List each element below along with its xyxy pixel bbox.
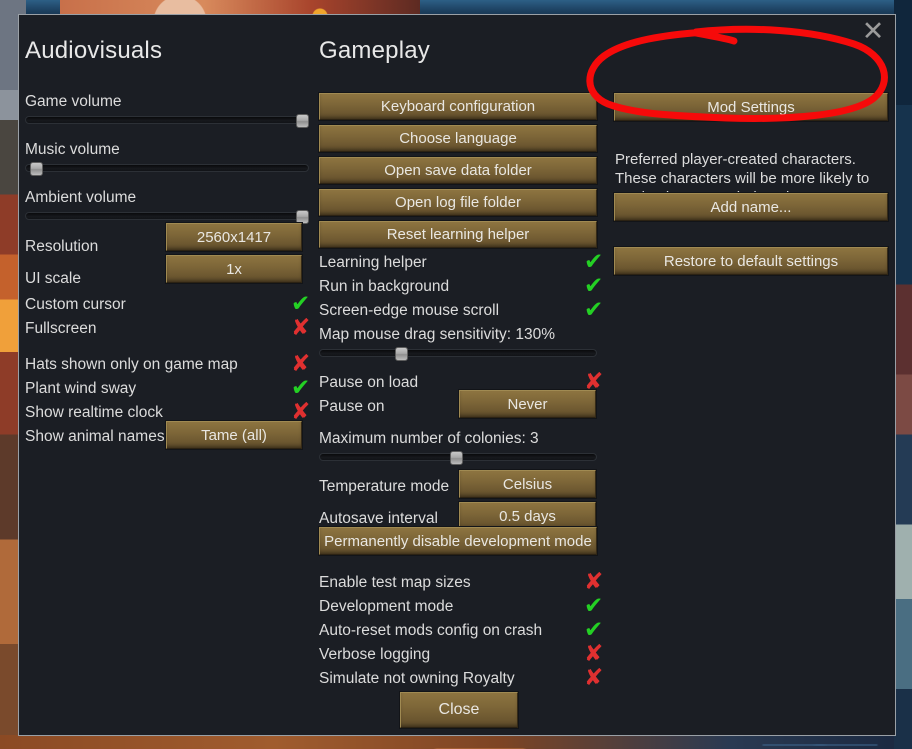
- fullscreen-checkbox[interactable]: ✘: [291, 317, 310, 340]
- plant-wind-sway-checkbox[interactable]: ✔: [291, 377, 310, 400]
- music-volume-label: Music volume: [25, 141, 120, 158]
- slider-handle[interactable]: [296, 210, 309, 224]
- gameplay-column-title: Gameplay: [319, 37, 430, 64]
- simulate-not-owning-royalty-checkbox[interactable]: ✘: [584, 667, 603, 690]
- pause-on-button[interactable]: Never: [458, 389, 597, 419]
- plant-wind-sway-label: Plant wind sway: [25, 380, 137, 397]
- slider-track: [25, 212, 309, 220]
- mod-settings-button[interactable]: Mod Settings: [613, 92, 889, 122]
- slider-track: [25, 116, 309, 124]
- permanently-disable-dev-mode-button[interactable]: Permanently disable development mode: [318, 526, 598, 556]
- audiovisuals-column-title: Audiovisuals: [25, 37, 163, 64]
- slider-handle[interactable]: [450, 451, 463, 465]
- max-colonies-slider[interactable]: [319, 451, 597, 465]
- options-dialog: ✕ Audiovisuals Game volume Music volume …: [18, 14, 896, 736]
- auto-reset-mods-config-checkbox[interactable]: ✔: [584, 619, 603, 642]
- screen-edge-scroll-checkbox[interactable]: ✔: [584, 299, 603, 322]
- close-button[interactable]: Close: [399, 691, 519, 729]
- ui-scale-label: UI scale: [25, 270, 81, 287]
- slider-handle[interactable]: [296, 114, 309, 128]
- animal-names-button[interactable]: Tame (all): [165, 420, 303, 450]
- game-volume-slider[interactable]: [25, 114, 309, 128]
- slider-track: [319, 349, 597, 357]
- music-volume-slider[interactable]: [25, 162, 309, 176]
- enable-test-map-sizes-checkbox[interactable]: ✘: [584, 571, 603, 594]
- ambient-volume-label: Ambient volume: [25, 189, 137, 206]
- verbose-logging-label: Verbose logging: [319, 646, 431, 663]
- animal-names-label: Show animal names: [25, 428, 165, 445]
- open-log-file-folder-button[interactable]: Open log file folder: [318, 188, 598, 217]
- development-mode-checkbox[interactable]: ✔: [584, 595, 603, 618]
- auto-reset-mods-config-label: Auto-reset mods config on crash: [319, 622, 543, 639]
- max-colonies-label: Maximum number of colonies: 3: [319, 430, 539, 447]
- fullscreen-label: Fullscreen: [25, 320, 97, 337]
- temperature-mode-button[interactable]: Celsius: [458, 469, 597, 499]
- screen-edge-scroll-label: Screen-edge mouse scroll: [319, 302, 500, 319]
- restore-default-settings-button[interactable]: Restore to default settings: [613, 246, 889, 276]
- game-volume-label: Game volume: [25, 93, 122, 110]
- verbose-logging-checkbox[interactable]: ✘: [584, 643, 603, 666]
- drag-sensitivity-slider[interactable]: [319, 347, 597, 361]
- run-in-background-checkbox[interactable]: ✔: [584, 275, 603, 298]
- ambient-volume-slider[interactable]: [25, 210, 309, 224]
- development-mode-label: Development mode: [319, 598, 454, 615]
- drag-sensitivity-label: Map mouse drag sensitivity: 130%: [319, 326, 556, 343]
- pause-on-load-label: Pause on load: [319, 374, 419, 391]
- background-bottom-art: [0, 735, 912, 749]
- autosave-interval-button[interactable]: 0.5 days: [458, 501, 597, 531]
- keyboard-configuration-button[interactable]: Keyboard configuration: [318, 92, 598, 121]
- slider-handle[interactable]: [395, 347, 408, 361]
- reset-learning-helper-button[interactable]: Reset learning helper: [318, 220, 598, 249]
- learning-helper-label: Learning helper: [319, 254, 427, 271]
- background-right-art: [894, 0, 912, 749]
- choose-language-button[interactable]: Choose language: [318, 124, 598, 153]
- simulate-not-owning-royalty-label: Simulate not owning Royalty: [319, 670, 515, 687]
- close-icon[interactable]: ✕: [858, 17, 888, 47]
- slider-handle[interactable]: [30, 162, 43, 176]
- enable-test-map-sizes-label: Enable test map sizes: [319, 574, 471, 591]
- custom-cursor-label: Custom cursor: [25, 296, 126, 313]
- realtime-clock-label: Show realtime clock: [25, 404, 163, 421]
- run-in-background-label: Run in background: [319, 278, 450, 295]
- hats-on-map-checkbox[interactable]: ✘: [291, 353, 310, 376]
- custom-cursor-checkbox[interactable]: ✔: [291, 293, 310, 316]
- resolution-label: Resolution: [25, 238, 99, 255]
- hats-on-map-label: Hats shown only on game map: [25, 356, 238, 373]
- temperature-mode-label: Temperature mode: [319, 478, 450, 495]
- autosave-interval-label: Autosave interval: [319, 510, 438, 527]
- learning-helper-checkbox[interactable]: ✔: [584, 251, 603, 274]
- ui-scale-button[interactable]: 1x: [165, 254, 303, 284]
- add-name-button[interactable]: Add name...: [613, 192, 889, 222]
- open-save-data-folder-button[interactable]: Open save data folder: [318, 156, 598, 185]
- pause-on-label: Pause on: [319, 398, 385, 415]
- slider-track: [25, 164, 309, 172]
- resolution-button[interactable]: 2560x1417: [165, 222, 303, 252]
